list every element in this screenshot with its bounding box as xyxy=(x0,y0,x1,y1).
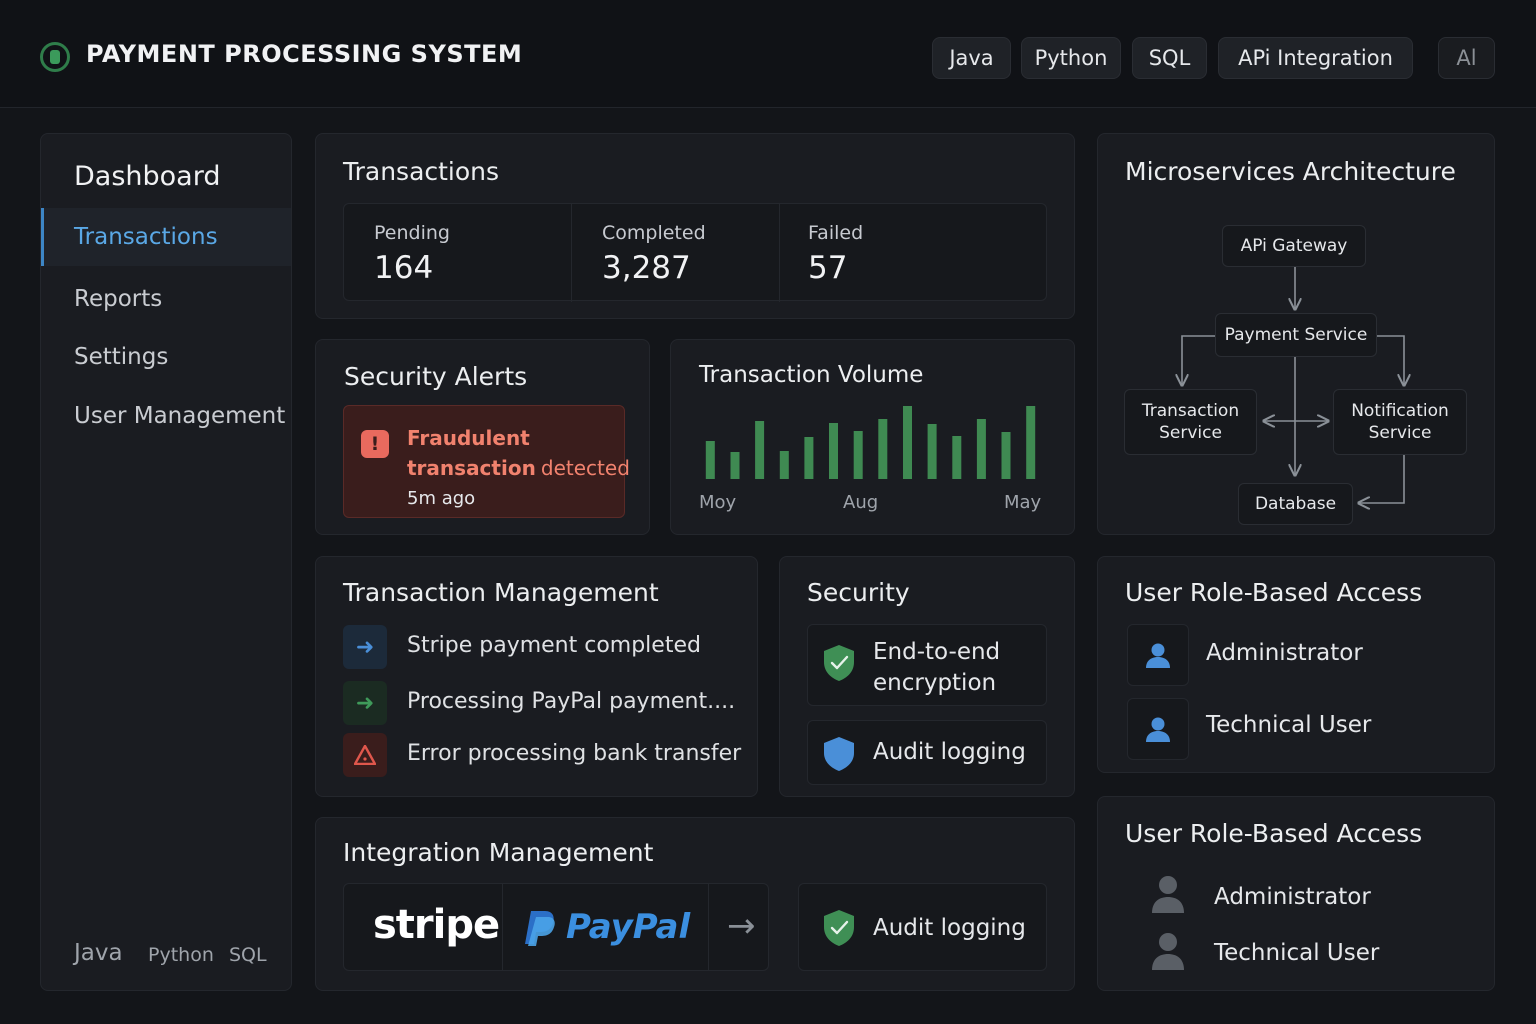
warning-icon xyxy=(343,733,387,777)
arrow-right-icon[interactable]: → xyxy=(727,906,756,946)
user-roles-title: User Role-Based Access xyxy=(1125,578,1423,607)
sidebar: Dashboard Transactions Reports Settings … xyxy=(40,133,292,991)
integration-audit-label: Audit logging xyxy=(873,915,1026,941)
volume-bar xyxy=(853,431,863,479)
chip-api-integration[interactable]: APi Integration xyxy=(1218,37,1413,79)
volume-bar xyxy=(829,423,838,479)
alert-timestamp: 5m ago xyxy=(407,488,476,509)
role-administrator[interactable]: Administrator xyxy=(1206,640,1363,666)
volume-bar xyxy=(705,441,715,479)
stat-pending-label: Pending xyxy=(374,222,450,244)
volume-bar xyxy=(903,406,912,479)
volume-chart xyxy=(705,406,1036,479)
chip-sql[interactable]: SQL xyxy=(1132,37,1207,79)
integration-title: Integration Management xyxy=(343,838,654,867)
stat-divider xyxy=(571,204,572,302)
shield-check-icon xyxy=(824,645,854,681)
chip-ai[interactable]: Al xyxy=(1438,37,1495,79)
app-title: PAYMENT PROCESSING SYSTEM xyxy=(86,40,523,68)
volume-bar xyxy=(1001,432,1011,479)
node-transaction-service[interactable]: Transaction Service xyxy=(1124,389,1257,455)
app-logo-icon xyxy=(40,42,70,72)
volume-bar xyxy=(755,421,765,479)
stat-completed-label: Completed xyxy=(602,222,706,244)
alert-exclamation-icon: ! xyxy=(361,430,389,458)
paypal-logo[interactable]: PayPal xyxy=(566,907,690,947)
tm-item-bank-error[interactable]: Error processing bank transfer xyxy=(407,741,741,766)
node-notification-line1: Notification xyxy=(1351,400,1449,421)
audit-label: Audit logging xyxy=(873,739,1026,765)
provider-divider xyxy=(502,884,503,970)
sidebar-footer-sql: SQL xyxy=(229,944,267,966)
tm-item-stripe[interactable]: Stripe payment completed xyxy=(407,633,701,658)
stat-completed-value: 3,287 xyxy=(602,250,691,286)
encryption-line1: End-to-end xyxy=(873,639,1001,665)
security-title: Security xyxy=(807,578,910,607)
chip-java[interactable]: Java xyxy=(932,37,1011,79)
tm-item-paypal[interactable]: Processing PayPal payment.... xyxy=(407,689,735,714)
integration-providers: stripe PayPal → xyxy=(343,883,769,971)
role-administrator-secondary[interactable]: Administrator xyxy=(1214,884,1371,910)
security-alerts-title: Security Alerts xyxy=(344,362,528,391)
arrow-right-icon: ➜ xyxy=(343,625,387,669)
shield-icon xyxy=(824,737,854,771)
tick-label-start: Moy xyxy=(699,492,737,513)
user-icon xyxy=(1127,624,1189,686)
volume-bar xyxy=(878,419,888,479)
node-notification-line2: Service xyxy=(1368,423,1432,443)
arrow-right-icon: ➜ xyxy=(343,681,387,725)
sidebar-footer-java: Java xyxy=(74,940,123,966)
alert-title-rest: detected xyxy=(540,456,630,480)
node-transaction-line1: Transaction xyxy=(1141,400,1240,421)
sidebar-title[interactable]: Dashboard xyxy=(74,161,220,192)
node-payment-service[interactable]: Payment Service xyxy=(1215,313,1377,357)
tick-label-end: May xyxy=(1004,492,1042,513)
chip-python[interactable]: Python xyxy=(1021,37,1121,79)
transactions-title: Transactions xyxy=(343,157,500,186)
node-database[interactable]: Database xyxy=(1238,483,1353,525)
volume-bar xyxy=(1026,406,1036,479)
user-icon xyxy=(1127,698,1189,760)
user-icon xyxy=(1152,933,1184,970)
paypal-icon xyxy=(525,911,555,946)
role-technical-user[interactable]: Technical User xyxy=(1206,712,1371,738)
integration-audit[interactable]: Audit logging xyxy=(798,883,1047,971)
node-notification-service[interactable]: Notification Service xyxy=(1333,389,1467,455)
tick-label-mid: Aug xyxy=(843,492,879,513)
node-api-gateway[interactable]: APi Gateway xyxy=(1222,225,1366,267)
volume-bar xyxy=(779,451,789,479)
sidebar-item-reports[interactable]: Reports xyxy=(41,270,291,328)
volume-bar xyxy=(952,436,962,479)
stat-divider xyxy=(779,204,780,302)
volume-bar xyxy=(804,437,814,479)
alert-title-line1: Fraudulent xyxy=(407,426,530,450)
stat-pending-value: 164 xyxy=(374,250,434,286)
encryption-line2: encryption xyxy=(873,670,997,696)
alert-title-line2: transaction detected xyxy=(407,456,630,480)
shield-check-icon xyxy=(824,910,854,946)
role-technical-user-secondary[interactable]: Technical User xyxy=(1214,940,1379,966)
volume-bar xyxy=(927,424,937,479)
stat-failed-label: Failed xyxy=(808,222,864,244)
sidebar-footer-python: Python xyxy=(148,944,214,966)
transaction-management-title: Transaction Management xyxy=(343,578,659,607)
user-icon xyxy=(1152,876,1184,913)
sidebar-item-transactions[interactable]: Transactions xyxy=(41,208,291,266)
volume-bar xyxy=(730,452,740,479)
transaction-volume-title: Transaction Volume xyxy=(699,362,924,388)
sidebar-item-user-management[interactable]: User Management xyxy=(41,387,291,445)
volume-bar xyxy=(976,419,986,479)
stat-failed-value: 57 xyxy=(808,250,848,286)
security-item-audit[interactable]: Audit logging xyxy=(807,720,1047,785)
provider-divider xyxy=(708,884,709,970)
security-item-encryption[interactable]: End-to-end encryption xyxy=(807,624,1047,706)
stripe-logo[interactable]: stripe xyxy=(373,902,500,948)
fraud-alert[interactable]: ! Fraudulent transaction detected 5m ago xyxy=(343,405,630,518)
alert-title-bold: transaction xyxy=(407,456,536,480)
user-roles-title-secondary: User Role-Based Access xyxy=(1125,819,1423,848)
transaction-stats: Pending 164 Completed 3,287 Failed 57 xyxy=(343,203,1047,302)
sidebar-item-settings[interactable]: Settings xyxy=(41,328,291,386)
node-transaction-line2: Service xyxy=(1159,423,1222,443)
